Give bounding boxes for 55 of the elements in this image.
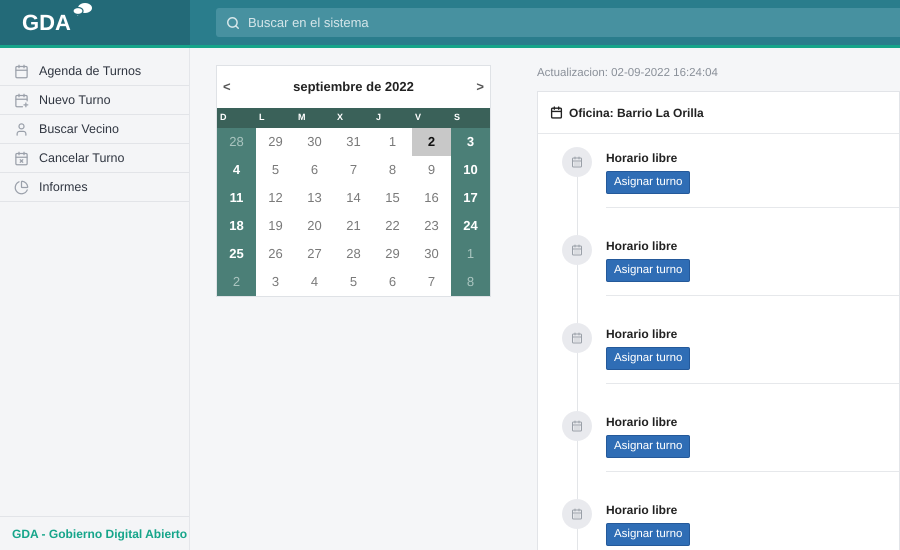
- sidebar-item[interactable]: Cancelar Turno: [0, 144, 189, 173]
- weekday-label: S: [453, 111, 462, 124]
- calendar-day[interactable]: 1: [451, 240, 490, 268]
- slot-title: Horario libre: [606, 326, 678, 344]
- office-title: Oficina: Barrio La Orilla: [569, 104, 704, 122]
- calendar-icon: [550, 106, 563, 120]
- calendar-icon: [571, 332, 583, 344]
- next-month-button[interactable]: >: [475, 77, 485, 97]
- calendar-day[interactable]: 8: [451, 268, 490, 296]
- calendar-day[interactable]: 2: [217, 268, 256, 296]
- calendar-icon: [571, 244, 583, 256]
- weekday-label: V: [414, 111, 422, 124]
- prev-month-button[interactable]: <: [222, 77, 232, 97]
- slot-title: Horario libre: [606, 502, 678, 520]
- calendar-day[interactable]: 11: [217, 184, 256, 212]
- weekday-label: J: [375, 111, 382, 124]
- slot-title: Horario libre: [606, 414, 678, 432]
- calendar-icon: [571, 156, 583, 168]
- person-icon: [14, 122, 29, 136]
- calendar-icon: [571, 420, 583, 432]
- assign-button[interactable]: Asignar turno: [606, 171, 690, 194]
- assign-button[interactable]: Asignar turno: [606, 259, 690, 282]
- weekday-label: M: [297, 111, 306, 124]
- weekday-label: X: [336, 111, 344, 124]
- footer-text: GDA - Gobierno Digital Abierto: [12, 526, 188, 542]
- calendar-day[interactable]: 24: [451, 212, 490, 240]
- slot-title: Horario libre: [606, 150, 678, 168]
- sidebar-item[interactable]: Informes: [0, 173, 189, 202]
- slot-title: Horario libre: [606, 238, 678, 256]
- weekday-label: D: [219, 111, 228, 124]
- month-title: septiembre de 2022: [293, 78, 414, 96]
- sidebar-item[interactable]: Buscar Vecino: [0, 115, 189, 144]
- assign-button[interactable]: Asignar turno: [606, 523, 690, 546]
- calendar-icon: [571, 508, 583, 520]
- weekday-label: L: [258, 111, 266, 124]
- calendar-x-icon: [14, 150, 29, 166]
- calendar-day[interactable]: 4: [217, 156, 256, 184]
- calendar-icon: [14, 64, 29, 78]
- sidebar-item[interactable]: Nuevo Turno: [0, 86, 189, 115]
- calendar-day[interactable]: 3: [451, 128, 490, 156]
- calendar-plus-icon: [14, 92, 29, 108]
- assign-button[interactable]: Asignar turno: [606, 347, 690, 370]
- calendar-day[interactable]: 18: [217, 212, 256, 240]
- calendar-day[interactable]: 2: [412, 128, 451, 156]
- search-field[interactable]: Buscar en el sistema: [216, 8, 900, 37]
- assign-button[interactable]: Asignar turno: [606, 435, 690, 458]
- update-timestamp: Actualizacion: 02-09-2022 16:24:04: [537, 66, 719, 81]
- logo-text: GDA: [22, 12, 71, 34]
- calendar-day[interactable]: 10: [451, 156, 490, 184]
- calendar-day[interactable]: 17: [451, 184, 490, 212]
- calendar-day[interactable]: 25: [217, 240, 256, 268]
- search-icon: [226, 16, 240, 30]
- pie-chart-icon: [14, 180, 29, 194]
- calendar-day[interactable]: 28: [217, 128, 256, 156]
- sidebar-item[interactable]: Agenda de Turnos: [0, 57, 189, 86]
